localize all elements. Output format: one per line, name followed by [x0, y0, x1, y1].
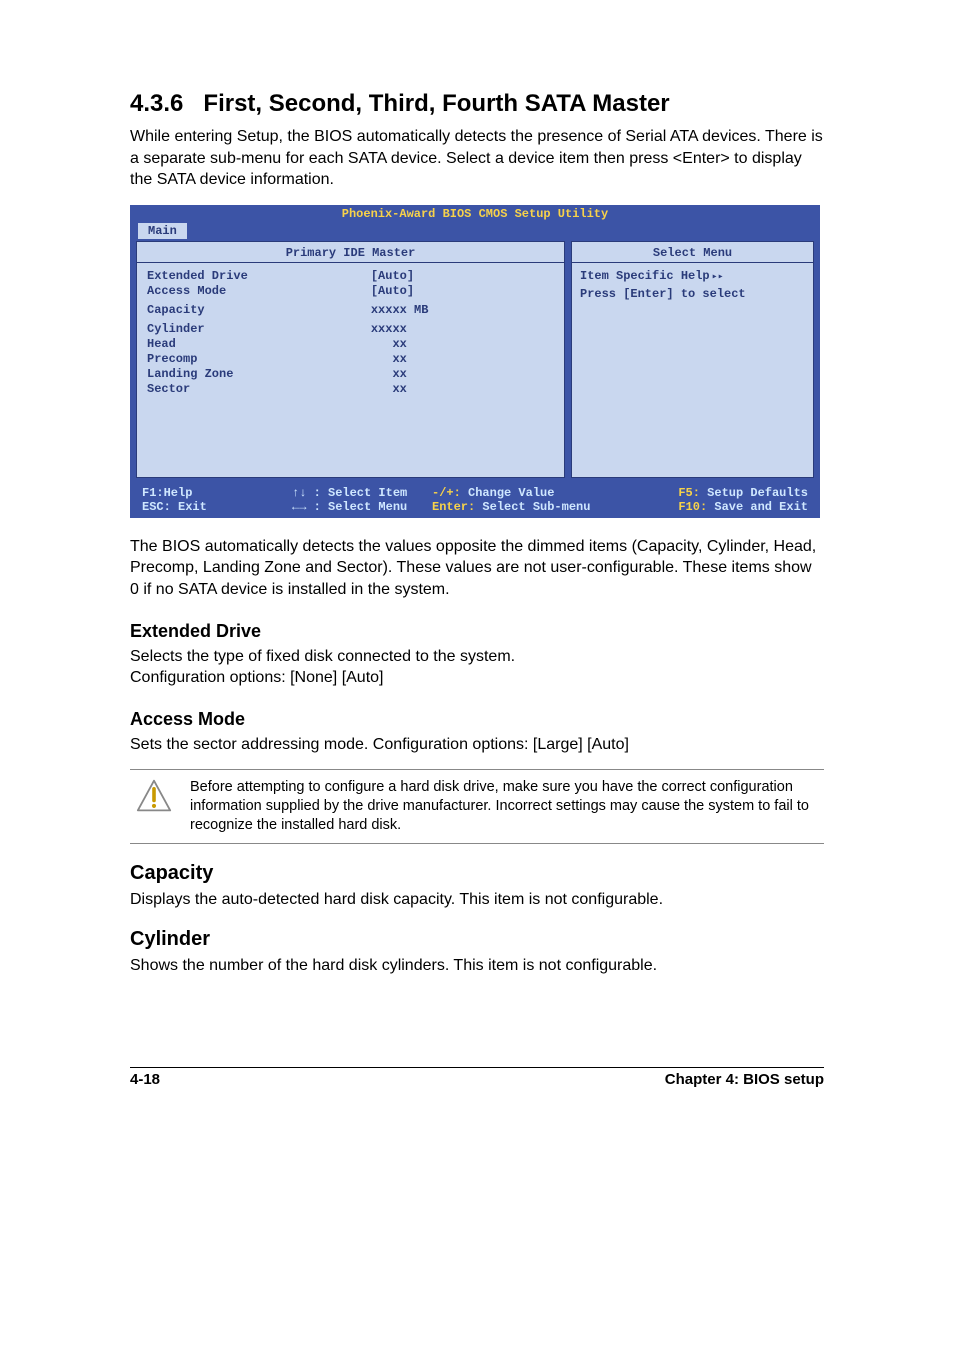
caution-note: Before attempting to configure a hard di… — [130, 769, 824, 844]
bios-left-pane: Primary IDE Master Extended Drive [Auto]… — [136, 241, 565, 478]
bios-row-label: Access Mode — [147, 284, 371, 299]
caution-text: Before attempting to configure a hard di… — [190, 778, 818, 835]
caution-icon — [136, 778, 172, 819]
bios-screenshot: Phoenix-Award BIOS CMOS Setup Utility Ma… — [130, 205, 820, 518]
bios-row-label: Capacity — [147, 303, 371, 318]
bios-row-value: xx — [371, 382, 554, 397]
bios-row-label: Extended Drive — [147, 269, 371, 284]
bios-row: Cylinder xxxxx — [137, 322, 564, 337]
bios-row-label: Landing Zone — [147, 367, 371, 382]
bios-key-f5: Setup Defaults — [707, 486, 808, 500]
bios-row: Landing Zone xx — [137, 367, 564, 382]
bios-row[interactable]: Access Mode [Auto] — [137, 284, 564, 299]
section-title-text: First, Second, Third, Fourth SATA Master — [203, 90, 669, 117]
bios-key-enter: Select Sub-menu — [482, 500, 590, 514]
bios-left-header: Primary IDE Master — [137, 246, 564, 263]
bios-title: Phoenix-Award BIOS CMOS Setup Utility — [130, 205, 820, 223]
bios-row-value: [Auto] — [371, 269, 414, 283]
bios-key-esc: ESC: Exit — [142, 500, 207, 514]
bios-row-value: xxxxx MB — [371, 303, 554, 318]
bios-tabrow: Main — [130, 223, 820, 241]
bios-row: Sector xx — [137, 382, 564, 397]
bios-right-header: Select Menu — [572, 246, 813, 263]
bios-row[interactable]: Extended Drive [Auto] — [137, 269, 564, 284]
capacity-heading: Capacity — [130, 862, 824, 885]
bios-help-line: Press [Enter] to select — [580, 287, 805, 301]
bios-row: Precomp xx — [137, 352, 564, 367]
bios-row-label: Head — [147, 337, 371, 352]
bios-right-pane: Select Menu Item Specific Help Press [En… — [571, 241, 814, 478]
intro-paragraph: While entering Setup, the BIOS automatic… — [130, 126, 824, 191]
bios-tab-main[interactable]: Main — [138, 223, 187, 239]
bios-row-value: xx — [371, 352, 554, 367]
extended-drive-p1: Selects the type of fixed disk connected… — [130, 646, 824, 668]
bios-row: Head xx — [137, 337, 564, 352]
after-bios-paragraph: The BIOS automatically detects the value… — [130, 536, 824, 601]
page-footer: 4-18 Chapter 4: BIOS setup — [130, 1067, 824, 1088]
bios-key-f10: Save and Exit — [714, 500, 808, 514]
extended-drive-p2: Configuration options: [None] [Auto] — [130, 667, 824, 689]
bios-key-leftright: ←→ : Select Menu — [292, 500, 432, 514]
bios-key-change: Change Value — [468, 486, 554, 500]
cylinder-heading: Cylinder — [130, 928, 824, 951]
chapter-label: Chapter 4: BIOS setup — [665, 1071, 824, 1088]
page-number: 4-18 — [130, 1071, 160, 1088]
bios-row-value: xxxxx — [371, 322, 554, 337]
bios-help-line: Item Specific Help — [580, 269, 805, 283]
bios-row-value: [Auto] — [371, 284, 554, 299]
bios-row-value: xx — [371, 367, 554, 382]
access-mode-heading: Access Mode — [130, 709, 824, 730]
section-number: 4.3.6 — [130, 90, 183, 117]
section-heading: 4.3.6 First, Second, Third, Fourth SATA … — [130, 90, 824, 118]
capacity-p: Displays the auto-detected hard disk cap… — [130, 889, 824, 911]
cylinder-p: Shows the number of the hard disk cylind… — [130, 955, 824, 977]
extended-drive-heading: Extended Drive — [130, 621, 824, 642]
bios-row-label: Cylinder — [147, 322, 371, 337]
bios-key-f1: F1:Help — [142, 486, 192, 500]
access-mode-p: Sets the sector addressing mode. Configu… — [130, 734, 824, 756]
bios-row-label: Precomp — [147, 352, 371, 367]
bios-row: Capacity xxxxx MB — [137, 303, 564, 318]
bios-row-label: Sector — [147, 382, 371, 397]
bios-footer: F1:Help ESC: Exit ↑↓ : Select Item ←→ : … — [130, 484, 820, 518]
bios-key-updown: ↑↓ : Select Item — [292, 486, 432, 500]
bios-row-value: xx — [371, 337, 554, 352]
